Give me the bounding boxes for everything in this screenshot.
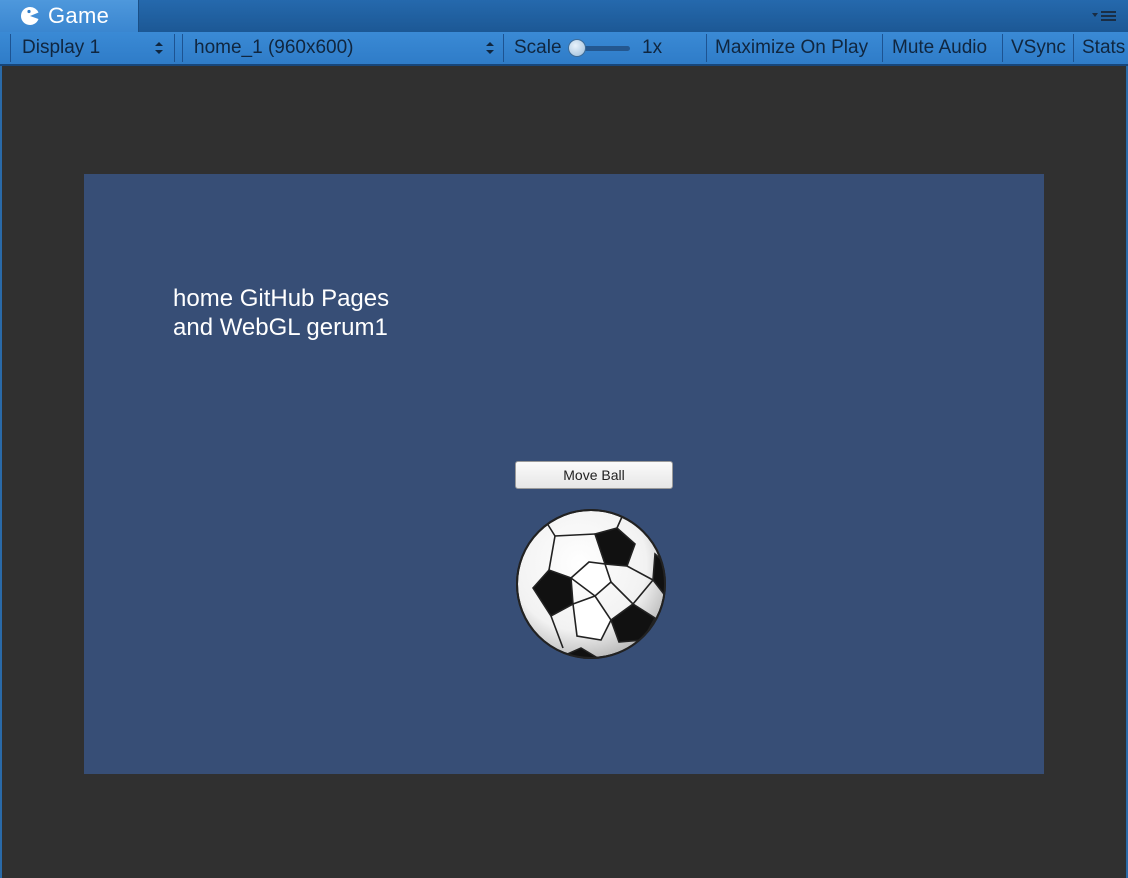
toolbar-divider bbox=[174, 34, 175, 62]
resolution-dropdown[interactable]: home_1 (960x600) bbox=[183, 32, 501, 64]
game-toolbar: Display 1 home_1 (960x600) Scale 1x Maxi… bbox=[0, 32, 1128, 66]
toolbar-divider bbox=[1073, 34, 1074, 62]
display-dropdown-value: Display 1 bbox=[22, 37, 101, 58]
dropdown-arrows-icon bbox=[155, 42, 163, 54]
stats-toggle[interactable]: Stats bbox=[1082, 32, 1125, 64]
toolbar-divider bbox=[882, 34, 883, 62]
scale-label: Scale bbox=[514, 37, 562, 58]
game-screen[interactable]: home GitHub Pages and WebGL gerum1 Move … bbox=[84, 174, 1044, 774]
scale-value: 1x bbox=[642, 37, 663, 58]
maximize-on-play-toggle[interactable]: Maximize On Play bbox=[715, 32, 868, 64]
tab-menu-icon[interactable] bbox=[1092, 8, 1122, 24]
game-text-line-2: and WebGL gerum1 bbox=[173, 314, 388, 341]
tab-game-label: Game bbox=[48, 3, 110, 28]
pacman-game-icon bbox=[21, 6, 39, 25]
tab-strip: Game bbox=[0, 0, 1128, 32]
move-ball-button[interactable]: Move Ball bbox=[515, 461, 673, 489]
toolbar-divider bbox=[503, 34, 504, 62]
toolbar-divider bbox=[706, 34, 707, 62]
game-overlay-text: home GitHub Pages and WebGL gerum1 bbox=[173, 284, 389, 342]
tab-game[interactable]: Game bbox=[0, 0, 139, 32]
scale-slider-thumb[interactable] bbox=[568, 39, 586, 57]
dropdown-arrows-icon bbox=[486, 42, 494, 54]
display-dropdown[interactable]: Display 1 bbox=[11, 32, 171, 64]
toolbar-divider bbox=[1002, 34, 1003, 62]
resolution-dropdown-value: home_1 (960x600) bbox=[194, 37, 354, 58]
game-viewport: home GitHub Pages and WebGL gerum1 Move … bbox=[0, 66, 1128, 878]
mute-audio-toggle[interactable]: Mute Audio bbox=[892, 32, 987, 64]
game-text-line-1: home GitHub Pages bbox=[173, 285, 390, 312]
vsync-toggle[interactable]: VSync bbox=[1011, 32, 1066, 64]
soccer-ball-icon bbox=[516, 509, 666, 659]
